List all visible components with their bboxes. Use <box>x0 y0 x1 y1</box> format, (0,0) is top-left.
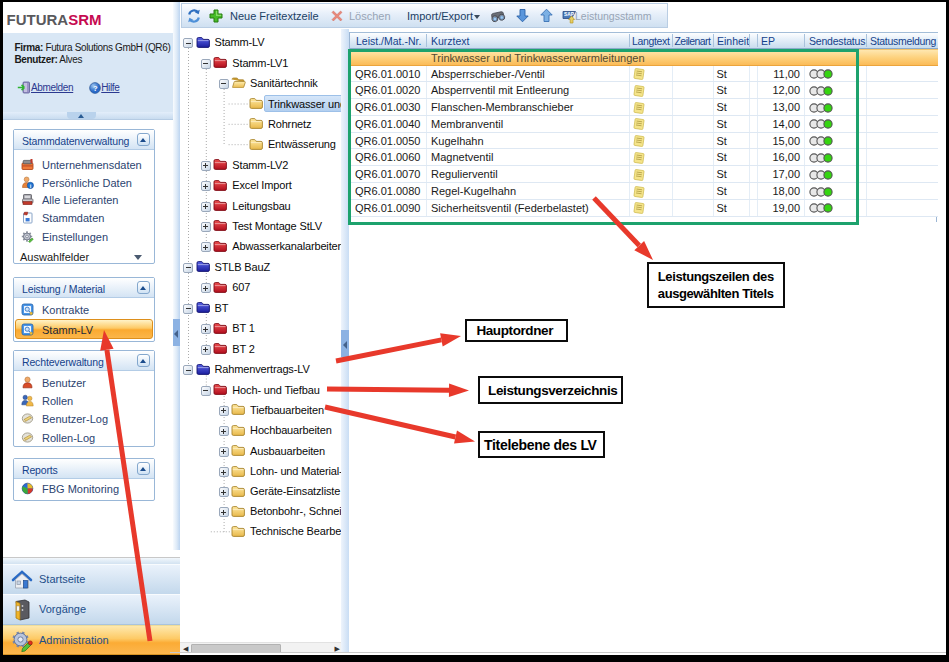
svg-text:SAP: SAP <box>564 12 575 17</box>
